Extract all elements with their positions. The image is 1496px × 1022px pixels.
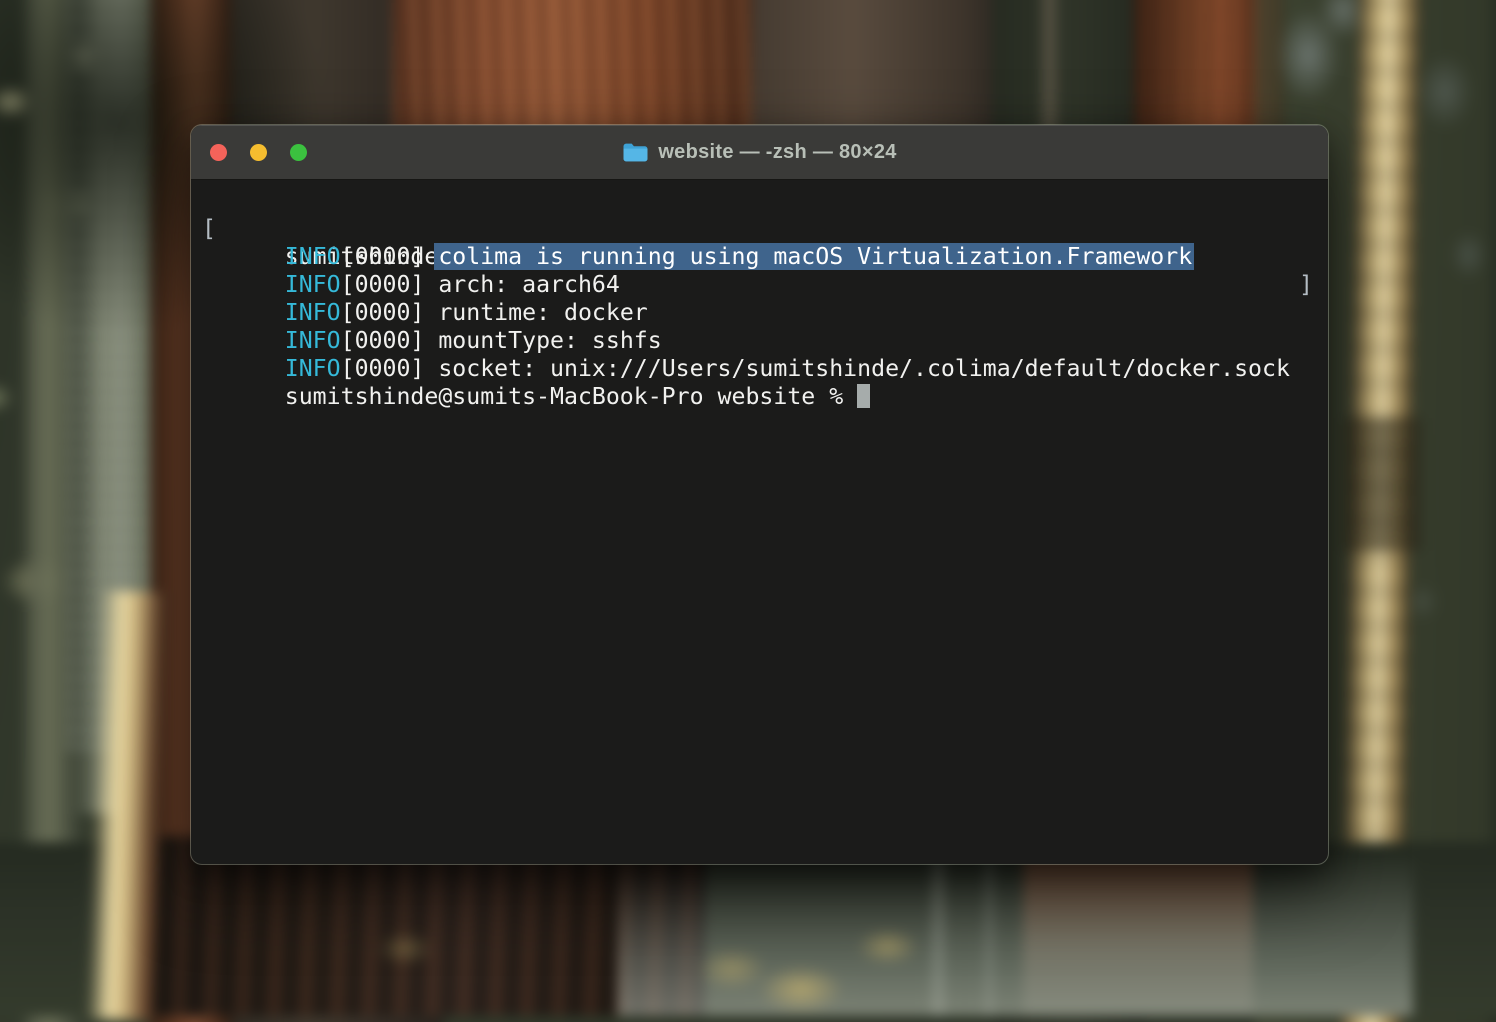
terminal-line-log: INFO[0000] colima is running using macOS… [201,215,1318,243]
window-titlebar[interactable]: website — -zsh — 80×24 [191,125,1328,180]
terminal-line-prompt: sumitshinde@sumits-MacBook-Pro website % [201,355,1318,383]
window-title-group: website — -zsh — 80×24 [622,141,896,164]
minimize-button[interactable] [250,144,267,161]
terminal-line-command: [ sumitshinde@sumits-MacBook-Pro website… [201,187,1318,215]
terminal-line-log: INFO[0000] mountType: sshfs [201,299,1318,327]
terminal-cursor [857,384,870,408]
traffic-lights [210,125,307,179]
terminal-line-log: INFO[0000] socket: unix:///Users/sumitsh… [201,327,1318,355]
window-title: website — -zsh — 80×24 [658,141,896,164]
terminal-line-log: INFO[0000] runtime: docker [201,271,1318,299]
close-button[interactable] [210,144,227,161]
folder-icon [622,141,649,163]
terminal-window: website — -zsh — 80×24 [ sumitshinde@sum… [191,125,1328,864]
terminal-line-log: INFO[0000] arch: aarch64 [201,243,1318,271]
prompt-text: sumitshinde@sumits-MacBook-Pro website % [285,383,857,410]
terminal-content[interactable]: [ sumitshinde@sumits-MacBook-Pro website… [191,180,1328,383]
zoom-button[interactable] [290,144,307,161]
